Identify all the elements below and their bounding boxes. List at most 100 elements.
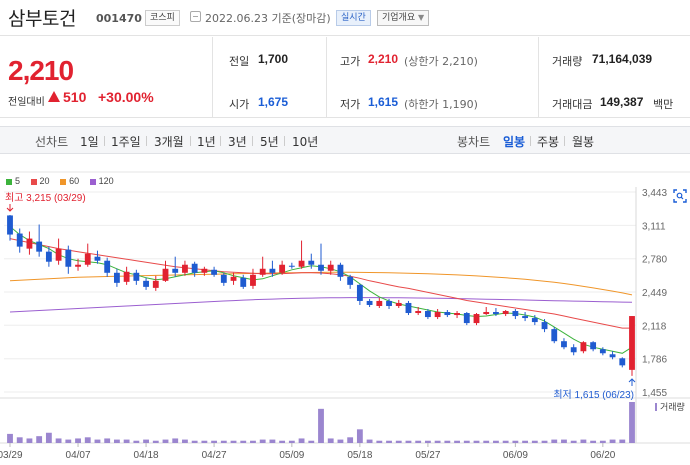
candle-body bbox=[356, 284, 363, 301]
volume-bar bbox=[16, 437, 23, 443]
candle-body bbox=[444, 312, 451, 316]
open-value: 1,675 bbox=[258, 95, 289, 109]
high-arrow bbox=[6, 204, 14, 212]
volume-bar bbox=[619, 439, 626, 443]
divider bbox=[212, 37, 213, 118]
x-tick-label: 04/07 bbox=[66, 450, 91, 461]
candle-body bbox=[16, 233, 23, 247]
volume-bar bbox=[84, 437, 91, 443]
volume-bar bbox=[240, 440, 247, 443]
x-tick-label: 03/29 bbox=[0, 450, 23, 461]
volume-bar bbox=[45, 432, 52, 443]
candlestick-chart[interactable]: 3,443 3,111 2,780 2,449 2,118 1,786 1,455 03/29… bbox=[0, 170, 690, 465]
volume-bar bbox=[94, 439, 101, 443]
volume-label: 거래량 bbox=[552, 55, 583, 68]
x-tick-label: 04/18 bbox=[134, 450, 159, 461]
x-tick-label: 05/18 bbox=[347, 450, 372, 461]
volume-bar bbox=[580, 439, 587, 443]
candle-body bbox=[288, 265, 295, 267]
candle-body bbox=[561, 341, 567, 348]
volume-bar bbox=[551, 439, 558, 443]
low-arrow bbox=[628, 378, 636, 386]
volume-bar bbox=[483, 440, 490, 443]
candle-body bbox=[551, 329, 558, 342]
y-tick-label: 2,449 bbox=[642, 288, 667, 299]
period-1y[interactable]: 1년 bbox=[197, 133, 216, 150]
candle-body bbox=[434, 312, 441, 318]
volume-bar bbox=[250, 440, 256, 443]
volume-legend-swatch bbox=[655, 403, 657, 411]
period-5y[interactable]: 5년 bbox=[260, 133, 279, 150]
candle-body bbox=[113, 272, 120, 283]
candle-body bbox=[7, 215, 13, 235]
candle-body bbox=[415, 311, 422, 314]
candle-body bbox=[172, 268, 179, 273]
date-text: 2022.06.23 기준(장마감) bbox=[205, 12, 331, 25]
period-selector: 선차트 1일 1주일 3개월 1년 3년 5년 10년 봉차트 일봉 주봉 월봉 bbox=[0, 126, 690, 154]
ma5-swatch bbox=[6, 178, 12, 185]
current-price: 2,210 bbox=[8, 55, 74, 86]
period-3y[interactable]: 3년 bbox=[228, 133, 247, 150]
volume-bar bbox=[298, 438, 305, 443]
prev-close-label: 전일 bbox=[229, 55, 250, 68]
volume-bar bbox=[405, 440, 412, 443]
volume-bar bbox=[541, 440, 548, 443]
period-1w[interactable]: 1주일 bbox=[111, 133, 141, 150]
volume-bar bbox=[434, 440, 441, 443]
ma-legend-120: 120 bbox=[89, 176, 114, 186]
candle-body bbox=[619, 358, 626, 366]
low-value: 1,615 bbox=[368, 95, 399, 109]
candle-body bbox=[123, 271, 130, 282]
volume-bar bbox=[143, 439, 149, 443]
volume-bar bbox=[570, 440, 577, 443]
candle-body bbox=[240, 277, 247, 287]
realtime-button[interactable]: 실시간 bbox=[336, 10, 371, 26]
low-label: 저가 bbox=[340, 98, 361, 111]
candle-body bbox=[483, 312, 490, 315]
volume-bar bbox=[522, 440, 529, 443]
period-1d[interactable]: 1일 bbox=[80, 133, 99, 150]
volume-bar bbox=[36, 436, 43, 443]
volume-bar bbox=[561, 439, 567, 443]
volume-bar bbox=[152, 440, 159, 443]
divider bbox=[190, 136, 191, 146]
divider bbox=[284, 136, 285, 146]
period-3m[interactable]: 3개월 bbox=[154, 133, 184, 150]
candle-body bbox=[318, 264, 324, 271]
volume-bar bbox=[327, 438, 334, 443]
volume-bar bbox=[308, 440, 315, 443]
divider bbox=[252, 136, 253, 146]
y-tick-label: 3,443 bbox=[642, 188, 667, 199]
zoom-icon[interactable] bbox=[673, 189, 687, 203]
divider bbox=[326, 37, 327, 118]
period-10y[interactable]: 10년 bbox=[292, 133, 318, 150]
volume-bar bbox=[415, 440, 422, 443]
candle-body bbox=[152, 280, 159, 288]
company-overview-dropdown[interactable]: 기업개요 ▼ bbox=[377, 10, 430, 26]
candle-weekly[interactable]: 주봉 bbox=[537, 133, 559, 150]
candle-body bbox=[298, 260, 305, 267]
low-annotation: 최저 1,615 (06/23) bbox=[553, 389, 634, 401]
volume-bar bbox=[55, 438, 62, 443]
stock-code: 001470 bbox=[96, 12, 142, 25]
candle-daily[interactable]: 일봉 bbox=[503, 133, 525, 150]
volume-label: 거래량 bbox=[660, 401, 685, 412]
volume-bar bbox=[288, 440, 295, 443]
candle-body bbox=[182, 264, 188, 273]
volume-bar bbox=[356, 429, 363, 443]
y-tick-label: 2,118 bbox=[642, 321, 667, 332]
volume-bar bbox=[172, 438, 179, 443]
ma120-line bbox=[9, 297, 633, 313]
candle-body bbox=[201, 268, 208, 273]
candle-monthly[interactable]: 월봉 bbox=[572, 133, 594, 150]
candle-body bbox=[104, 260, 111, 273]
candle-chart-label: 봉차트 bbox=[457, 135, 491, 149]
divider bbox=[530, 136, 531, 146]
x-tick-label: 05/09 bbox=[279, 450, 304, 461]
candle-body bbox=[522, 316, 529, 319]
divider bbox=[104, 136, 105, 146]
candle-body bbox=[55, 248, 62, 261]
volume-bar bbox=[191, 440, 198, 443]
ma120-swatch bbox=[89, 178, 96, 185]
candle-body bbox=[502, 311, 509, 315]
